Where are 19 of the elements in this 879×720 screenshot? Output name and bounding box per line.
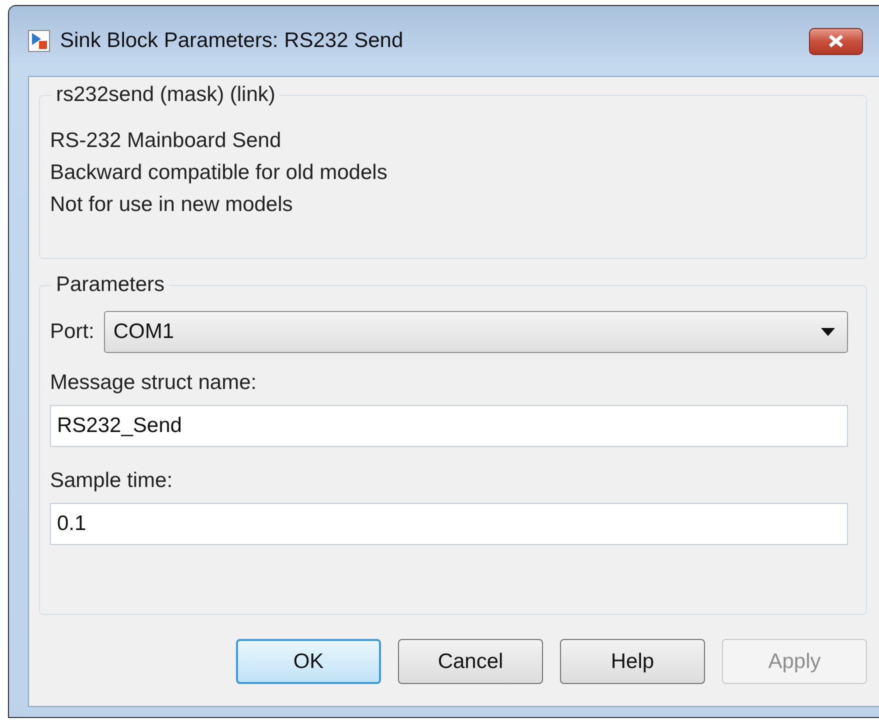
close-icon (827, 34, 845, 48)
close-button[interactable] (809, 28, 863, 54)
port-dropdown[interactable]: COM1 (104, 311, 848, 353)
field-label: Port: (50, 320, 94, 344)
block-icon (28, 30, 50, 52)
description-text: Backward compatible for old models (50, 161, 388, 185)
window-title: Sink Block Parameters: RS232 Send (60, 29, 404, 53)
input-field[interactable]: RS232_Send (50, 405, 848, 447)
description-text: Not for use in new models (50, 193, 294, 217)
input-field[interactable]: 0.1 (50, 503, 848, 545)
group-title: Parameters (55, 273, 166, 297)
description-text: RS-232 Mainboard Send (50, 129, 282, 153)
caret-icon (821, 328, 835, 336)
group-title: rs232send (mask) (link) (55, 83, 276, 107)
field-label: Sample time: (50, 469, 174, 493)
dialog-button[interactable]: OK (236, 639, 381, 684)
dialog-button[interactable]: Cancel (398, 639, 543, 684)
dialog-button[interactable]: Help (560, 639, 705, 684)
field-label: Message struct name: (50, 371, 258, 395)
